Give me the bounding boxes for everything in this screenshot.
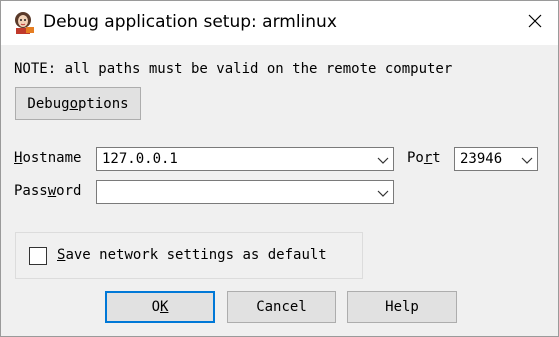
debug-options-button[interactable]: Debug o ptions	[15, 87, 141, 120]
password-combobox[interactable]	[96, 180, 394, 204]
dialog-content: NOTE: all paths must be valid on the rem…	[1, 45, 558, 336]
save-settings-label-rest: ave network settings as default	[65, 247, 327, 263]
debug-options-accel: o	[69, 95, 78, 112]
ok-accel: K	[160, 299, 169, 315]
port-label-pre: Po	[407, 150, 424, 166]
hostname-value: 127.0.0.1	[102, 151, 178, 167]
ok-label-pre: O	[151, 299, 160, 315]
ok-button[interactable]: OK	[105, 291, 215, 323]
close-icon	[528, 14, 542, 32]
password-label: Password	[14, 183, 81, 199]
hostname-label-rest: ostname	[22, 150, 82, 166]
note-text: NOTE: all paths must be valid on the rem…	[14, 61, 453, 77]
chevron-down-icon[interactable]	[377, 154, 389, 164]
close-button[interactable]	[512, 1, 558, 45]
dialog-window: Debug application setup: armlinux NOTE: …	[0, 0, 559, 337]
hostname-combobox[interactable]: 127.0.0.1	[96, 147, 394, 171]
hostname-label: Hostname	[14, 150, 81, 166]
password-accel: w	[47, 183, 57, 199]
password-label-post: ord	[56, 183, 82, 199]
chevron-down-icon[interactable]	[521, 154, 533, 164]
port-value: 23946	[460, 151, 503, 167]
window-title: Debug application setup: armlinux	[43, 12, 337, 32]
title-bar[interactable]: Debug application setup: armlinux	[1, 1, 558, 45]
port-label-post: t	[432, 150, 441, 166]
chevron-down-icon[interactable]	[377, 187, 389, 197]
port-label: Port	[407, 150, 441, 166]
save-settings-label[interactable]: Save network settings as default	[57, 247, 327, 263]
help-button[interactable]: Help	[347, 291, 457, 323]
save-settings-checkbox[interactable]	[29, 247, 47, 265]
debug-options-label-pre: Debug	[27, 95, 70, 112]
cancel-button[interactable]: Cancel	[227, 291, 336, 323]
debug-options-label-post: ptions	[78, 95, 129, 112]
ida-icon	[11, 10, 35, 34]
save-settings-group: Save network settings as default	[15, 232, 363, 279]
port-combobox[interactable]: 23946	[454, 147, 538, 171]
password-label-pre: Pass	[14, 183, 48, 199]
